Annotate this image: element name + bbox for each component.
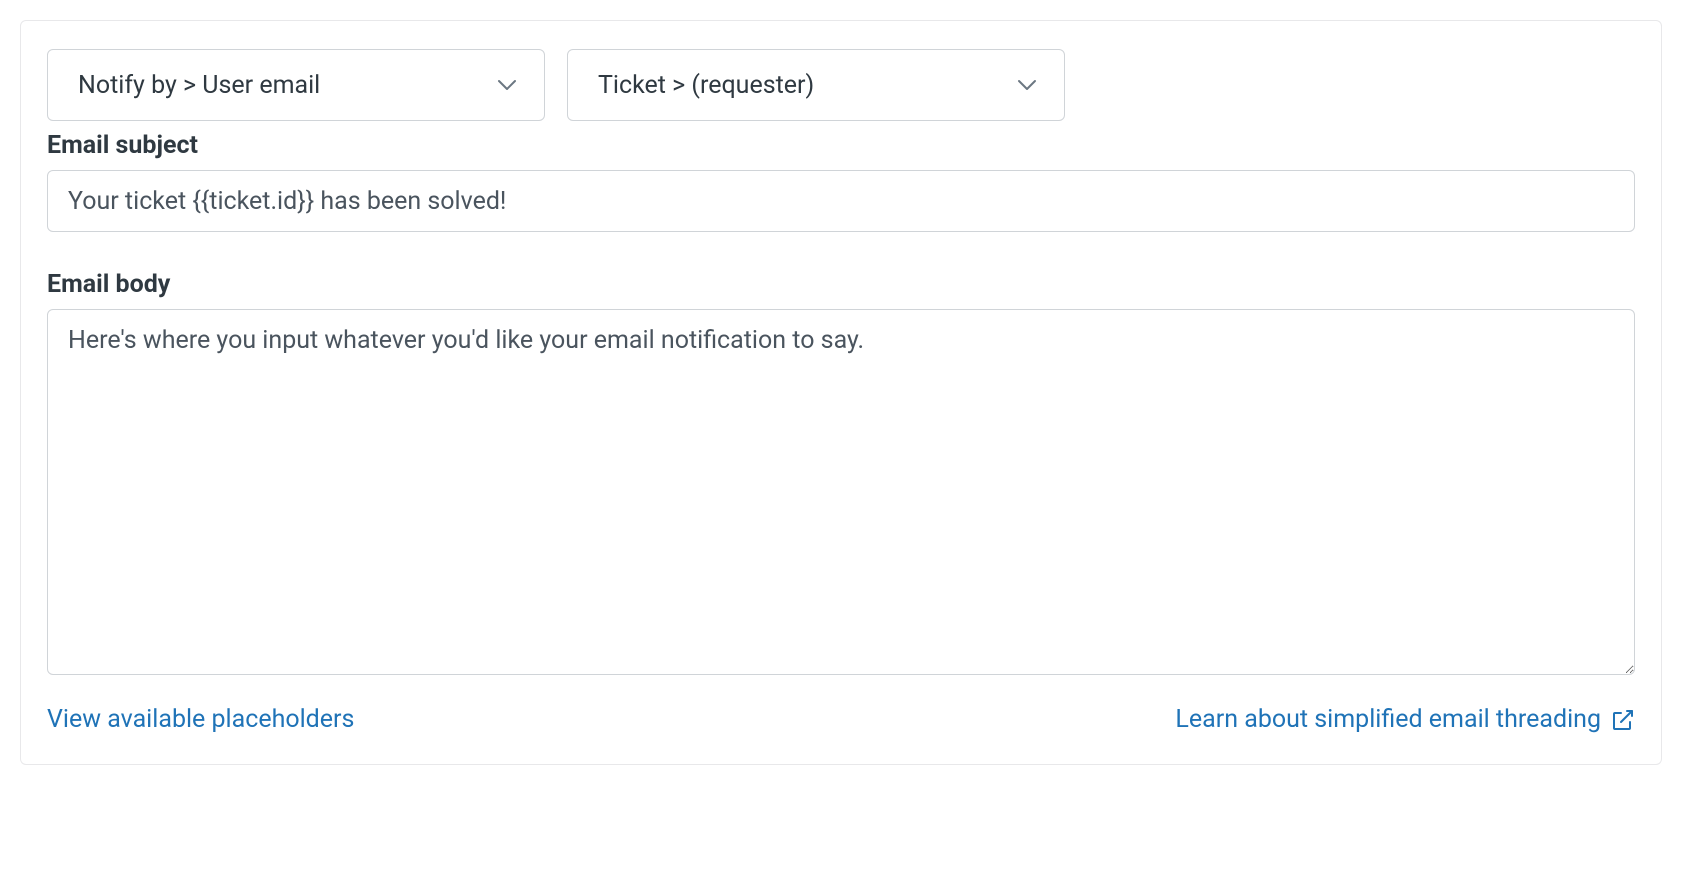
notify-by-value: Notify by > User email (78, 71, 320, 100)
action-select-row: Notify by > User email Ticket > (request… (47, 49, 1635, 121)
learn-threading-label: Learn about simplified email threading (1175, 705, 1601, 734)
email-body-textarea[interactable] (47, 309, 1635, 675)
external-link-icon (1611, 708, 1635, 732)
notify-by-select[interactable]: Notify by > User email (47, 49, 545, 121)
email-subject-label: Email subject (47, 131, 1635, 160)
recipient-value: Ticket > (requester) (598, 71, 814, 100)
email-subject-input[interactable] (47, 170, 1635, 232)
learn-threading-link[interactable]: Learn about simplified email threading (1175, 705, 1635, 734)
recipient-select[interactable]: Ticket > (requester) (567, 49, 1065, 121)
view-placeholders-link[interactable]: View available placeholders (47, 705, 354, 734)
chevron-down-icon (1016, 74, 1038, 96)
chevron-down-icon (496, 74, 518, 96)
footer-links-row: View available placeholders Learn about … (47, 705, 1635, 734)
email-body-label: Email body (47, 270, 1635, 299)
email-action-panel: Notify by > User email Ticket > (request… (20, 20, 1662, 765)
